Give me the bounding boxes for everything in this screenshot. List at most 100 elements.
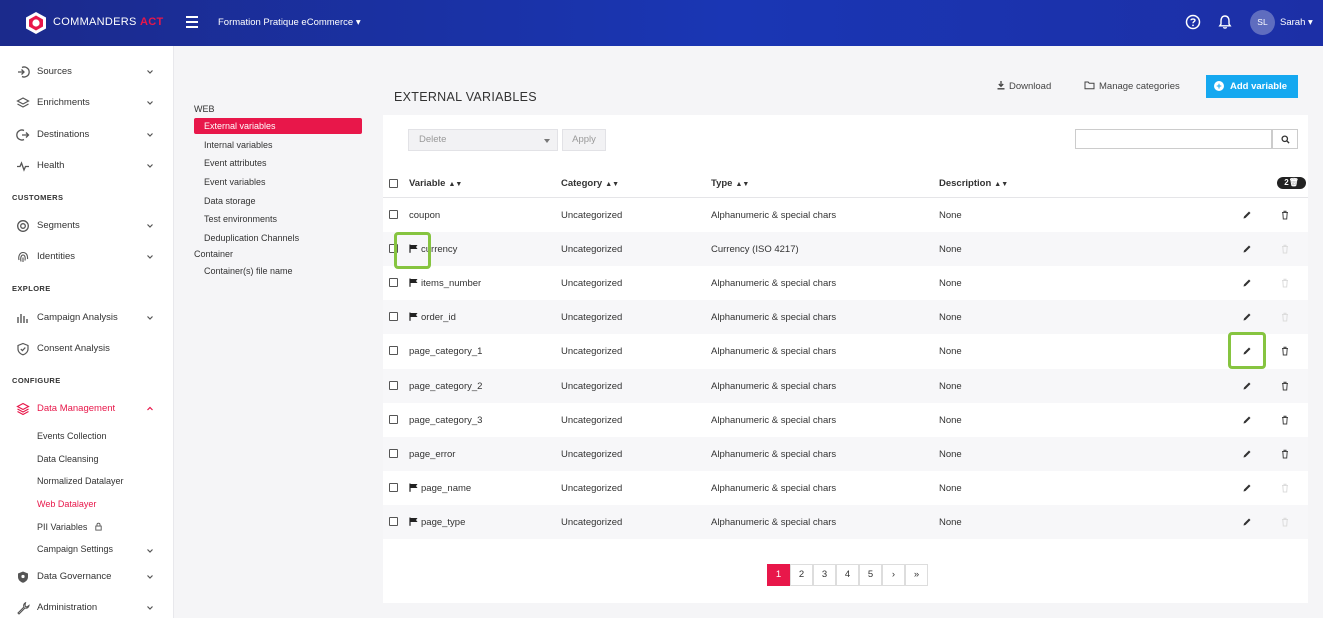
lock-icon xyxy=(95,522,102,531)
edit-icon[interactable] xyxy=(1242,449,1252,459)
subnav-event-variables[interactable]: Event variables xyxy=(194,174,362,190)
download-link[interactable]: Download xyxy=(996,80,1051,92)
sidebar-item-destinations[interactable]: Destinations xyxy=(0,124,174,146)
subnav-deduplication-channels[interactable]: Deduplication Channels xyxy=(194,230,362,246)
cell-description: None xyxy=(939,278,962,289)
variable-name: page_category_2 xyxy=(409,381,483,392)
sidebar-item-data-governance[interactable]: Data Governance xyxy=(0,566,174,588)
menu-icon[interactable] xyxy=(186,16,198,28)
variable-name: page_category_3 xyxy=(409,415,483,426)
chevron-down-icon: ▾ xyxy=(1308,17,1313,28)
cell-category: Uncategorized xyxy=(561,415,623,426)
row-checkbox[interactable] xyxy=(389,415,398,424)
brand-name: COMMANDERS ACT xyxy=(53,16,164,28)
subnav-data-storage[interactable]: Data storage xyxy=(194,193,362,209)
edit-icon[interactable] xyxy=(1242,415,1252,425)
selected-delete-badge[interactable]: 2🗑 xyxy=(1277,177,1306,189)
top-bar: COMMANDERS ACT Formation Pratique eComme… xyxy=(0,0,1323,46)
sidebar-item-segments[interactable]: Segments xyxy=(0,215,174,237)
cell-description: None xyxy=(939,517,962,528)
folder-icon xyxy=(1084,81,1095,90)
search-icon xyxy=(1281,135,1290,144)
sidebar-item-sources[interactable]: Sources xyxy=(0,61,174,83)
search-input[interactable] xyxy=(1075,129,1272,149)
subnav-test-environments[interactable]: Test environments xyxy=(194,211,362,227)
variable-name: page_error xyxy=(409,449,456,460)
page-5-button[interactable]: 5 xyxy=(859,564,882,586)
delete-icon[interactable] xyxy=(1280,381,1290,391)
cell-description: None xyxy=(939,483,962,494)
cell-category: Uncategorized xyxy=(561,210,623,221)
variable-name: page_category_1 xyxy=(409,346,483,357)
page-1-button[interactable]: 1 xyxy=(767,564,790,586)
delete-icon[interactable] xyxy=(1280,449,1290,459)
sidebar-sub-campaign-settings[interactable]: Campaign Settings xyxy=(37,544,157,554)
sidebar-item-administration[interactable]: Administration xyxy=(0,597,174,618)
add-variable-button[interactable]: + Add variable xyxy=(1206,75,1298,98)
row-checkbox[interactable] xyxy=(389,483,398,492)
subnav-event-attributes[interactable]: Event attributes xyxy=(194,155,362,171)
sidebar-item-data-management[interactable]: Data Management xyxy=(0,398,174,420)
commanders-act-logo[interactable] xyxy=(24,11,48,35)
column-category[interactable]: Category ▲▼ xyxy=(561,178,619,189)
bell-icon[interactable] xyxy=(1217,14,1233,30)
bulk-action-select[interactable]: Delete xyxy=(408,129,558,151)
column-description[interactable]: Description ▲▼ xyxy=(939,178,1008,189)
chevron-down-icon xyxy=(147,164,153,168)
cell-description: None xyxy=(939,312,962,323)
sidebar-item-consent-analysis[interactable]: Consent Analysis xyxy=(0,338,174,360)
sidebar-item-identities[interactable]: Identities xyxy=(0,246,174,268)
site-selector[interactable]: Formation Pratique eCommerce ▾ xyxy=(218,17,361,28)
subnav-external-variables[interactable]: External variables xyxy=(194,118,362,134)
sidebar-sub-data-cleansing[interactable]: Data Cleansing xyxy=(37,454,99,464)
sidebar-item-enrichments[interactable]: Enrichments xyxy=(0,92,174,114)
page-4-button[interactable]: 4 xyxy=(836,564,859,586)
edit-icon[interactable] xyxy=(1242,483,1252,493)
avatar[interactable]: SL xyxy=(1250,10,1275,35)
row-checkbox[interactable] xyxy=(389,381,398,390)
edit-icon[interactable] xyxy=(1242,381,1252,391)
chevron-up-icon xyxy=(147,406,153,411)
row-checkbox[interactable] xyxy=(389,346,398,355)
sidebar-sub-pii-variables[interactable]: PII Variables xyxy=(37,522,103,532)
row-checkbox[interactable] xyxy=(389,210,398,219)
chevron-down-icon xyxy=(147,101,153,105)
next-page-button[interactable]: › xyxy=(882,564,905,586)
delete-icon[interactable] xyxy=(1280,346,1290,356)
row-checkbox[interactable] xyxy=(389,517,398,526)
cell-description: None xyxy=(939,210,962,221)
delete-icon[interactable] xyxy=(1280,210,1290,220)
column-type[interactable]: Type ▲▼ xyxy=(711,178,749,189)
subnav-internal-variables[interactable]: Internal variables xyxy=(194,137,362,153)
delete-icon[interactable] xyxy=(1280,415,1290,425)
apply-button[interactable]: Apply xyxy=(562,129,606,151)
last-page-button[interactable]: » xyxy=(905,564,928,586)
sidebar-item-health[interactable]: Health xyxy=(0,155,174,177)
sidebar-sub-web-datalayer[interactable]: Web Datalayer xyxy=(37,499,96,509)
layers-icon xyxy=(16,402,30,416)
page-3-button[interactable]: 3 xyxy=(813,564,836,586)
edit-icon[interactable] xyxy=(1242,244,1252,254)
subnav-group-web: WEB xyxy=(194,104,215,114)
user-menu[interactable]: Sarah ▾ xyxy=(1280,17,1313,28)
row-checkbox[interactable] xyxy=(389,449,398,458)
search-button[interactable] xyxy=(1272,129,1298,149)
row-checkbox[interactable] xyxy=(389,278,398,287)
column-variable[interactable]: Variable ▲▼ xyxy=(409,178,462,189)
manage-categories-link[interactable]: Manage categories xyxy=(1084,80,1180,92)
page-2-button[interactable]: 2 xyxy=(790,564,813,586)
edit-icon[interactable] xyxy=(1242,278,1252,288)
sidebar-sub-events-collection[interactable]: Events Collection xyxy=(37,431,107,441)
plus-circle-icon: + xyxy=(1214,81,1224,91)
edit-icon[interactable] xyxy=(1242,312,1252,322)
subnav-container-file-name[interactable]: Container(s) file name xyxy=(194,263,362,279)
row-checkbox[interactable] xyxy=(389,312,398,321)
select-all-checkbox[interactable] xyxy=(389,179,398,188)
chevron-down-icon xyxy=(147,575,153,579)
edit-icon[interactable] xyxy=(1242,210,1252,220)
variable-name: coupon xyxy=(409,210,441,221)
sidebar-sub-normalized-datalayer[interactable]: Normalized Datalayer xyxy=(37,476,124,486)
sidebar-item-campaign-analysis[interactable]: Campaign Analysis xyxy=(0,307,174,329)
edit-icon[interactable] xyxy=(1242,517,1252,527)
help-icon[interactable] xyxy=(1185,14,1201,30)
